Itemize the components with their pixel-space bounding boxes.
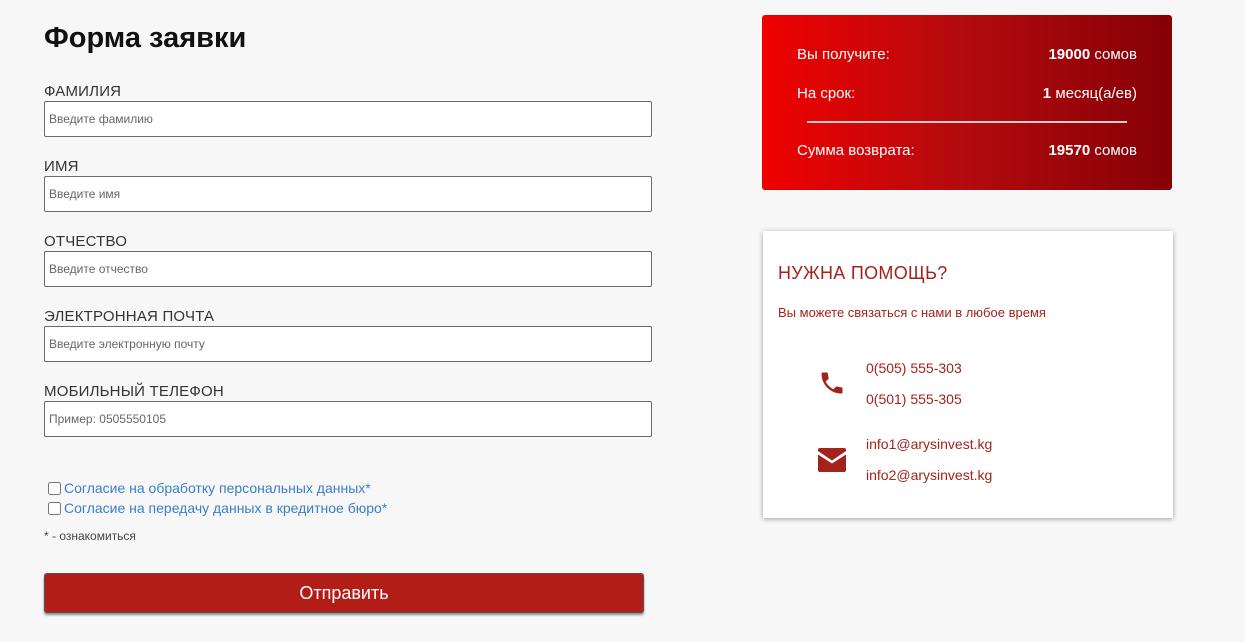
summary-term-row: На срок: 1 месяц(а/ев) [797, 85, 1137, 102]
consent-note: * - ознакомиться [44, 529, 136, 543]
return-amount: 19570 [1048, 142, 1091, 159]
consent-credit-bureau-link[interactable]: Согласие на передачу данных в кредитное … [64, 500, 387, 516]
email-link-1[interactable]: info1@arysinvest.kg [866, 436, 992, 452]
phone-input[interactable] [44, 401, 652, 437]
phone-icon [815, 366, 849, 400]
surname-input[interactable] [44, 101, 652, 137]
consent-personal-data-checkbox[interactable] [48, 481, 61, 495]
consent-personal-data-link[interactable]: Согласие на обработку персональных данны… [64, 480, 371, 496]
email-link-2[interactable]: info2@arysinvest.kg [866, 467, 992, 483]
consent-credit-bureau-checkbox[interactable] [48, 501, 61, 515]
receive-unit: сомов [1094, 46, 1137, 63]
help-title: НУЖНА ПОМОЩЬ? [778, 263, 948, 283]
receive-amount: 19000 [1048, 46, 1091, 63]
patronymic-input[interactable] [44, 251, 652, 287]
receive-label: Вы получите: [797, 46, 890, 63]
term-label: На срок: [797, 85, 856, 102]
term-amount: 1 [1042, 85, 1052, 102]
return-label: Сумма возврата: [797, 142, 915, 159]
summary-receive-row: Вы получите: 19000 сомов [797, 46, 1137, 63]
help-subtitle: Вы можете связаться с нами в любое время [778, 305, 1046, 320]
email-label: ЭЛЕКТРОННАЯ ПОЧТА [44, 308, 215, 325]
surname-label: ФАМИЛИЯ [44, 83, 122, 100]
phone-label: МОБИЛЬНЫЙ ТЕЛЕФОН [44, 383, 224, 400]
email-input[interactable] [44, 326, 652, 362]
term-unit: месяц(а/ев) [1055, 85, 1137, 102]
name-input[interactable] [44, 176, 652, 212]
phone-link-1[interactable]: 0(505) 555-303 [866, 360, 962, 376]
phone-link-2[interactable]: 0(501) 555-305 [866, 391, 962, 407]
patronymic-label: ОТЧЕСТВО [44, 233, 128, 250]
form-title: Форма заявки [44, 22, 247, 54]
return-value: 19570 сомов [1048, 142, 1137, 159]
envelope-icon [815, 443, 849, 477]
term-value: 1 месяц(а/ев) [1043, 85, 1137, 102]
help-card: НУЖНА ПОМОЩЬ? Вы можете связаться с нами… [763, 231, 1173, 518]
return-unit: сомов [1094, 142, 1137, 159]
submit-button[interactable]: Отправить [44, 573, 644, 613]
summary-divider [807, 121, 1127, 123]
consent-credit-bureau-row: Согласие на передачу данных в кредитное … [48, 500, 387, 516]
summary-return-row: Сумма возврата: 19570 сомов [797, 142, 1137, 159]
name-label: ИМЯ [44, 158, 79, 175]
consent-personal-data-row: Согласие на обработку персональных данны… [48, 480, 371, 496]
receive-value: 19000 сомов [1048, 46, 1137, 63]
loan-summary-card: Вы получите: 19000 сомов На срок: 1 меся… [762, 15, 1172, 190]
